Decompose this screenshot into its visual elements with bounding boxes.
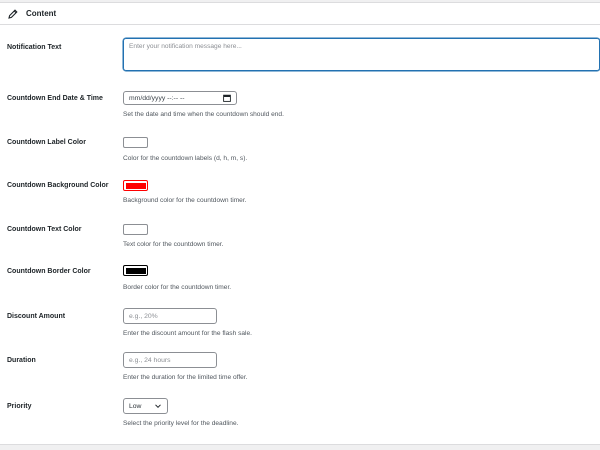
text-color-fill [125,226,146,233]
label-color-description: Color for the countdown labels (d, h, m,… [123,155,248,162]
border-color-fill [125,267,146,274]
priority-select[interactable]: Low [123,398,168,414]
end-date-description: Set the date and time when the countdown… [123,111,284,118]
priority-description: Select the priority level for the deadli… [123,420,239,427]
label-color-label: Countdown Label Color [7,139,86,146]
pencil-icon [8,8,18,19]
bg-color-label: Countdown Background Color [7,182,109,189]
text-color-swatch[interactable] [123,224,148,235]
border-color-label: Countdown Border Color [7,268,91,275]
notification-text-placeholder: Enter your notification message here... [129,43,242,50]
chevron-down-icon [155,404,161,409]
discount-input[interactable]: e.g., 20% [123,308,217,324]
priority-label: Priority [7,403,32,410]
discount-placeholder: e.g., 20% [129,312,158,320]
end-date-input[interactable]: mm/dd/yyyy --:-- -- [123,91,237,105]
notification-text-input[interactable]: Enter your notification message here... [123,38,600,71]
notification-text-label: Notification Text [7,44,62,51]
end-date-label: Countdown End Date & Time [7,95,103,102]
text-color-description: Text color for the countdown timer. [123,241,224,248]
panel-title: Content [26,9,57,18]
label-color-fill [125,139,146,146]
panel-header[interactable]: Content [0,3,600,25]
bg-color-description: Background color for the countdown timer… [123,197,247,204]
content-panel: Content Notification Text Enter your not… [0,2,600,445]
duration-input[interactable]: e.g., 24 hours [123,352,217,368]
bg-color-swatch[interactable] [123,180,148,191]
end-date-value: mm/dd/yyyy --:-- -- [129,94,185,102]
border-color-swatch[interactable] [123,265,148,276]
discount-description: Enter the discount amount for the flash … [123,330,253,337]
duration-description: Enter the duration for the limited time … [123,374,248,381]
calendar-icon[interactable] [223,94,231,102]
duration-placeholder: e.g., 24 hours [129,356,171,364]
discount-label: Discount Amount [7,313,66,320]
duration-label: Duration [7,357,36,364]
border-color-description: Border color for the countdown timer. [123,284,232,291]
text-color-label: Countdown Text Color [7,226,82,233]
label-color-swatch[interactable] [123,137,148,148]
bg-color-fill [125,182,146,189]
priority-selected-value: Low [129,402,142,410]
